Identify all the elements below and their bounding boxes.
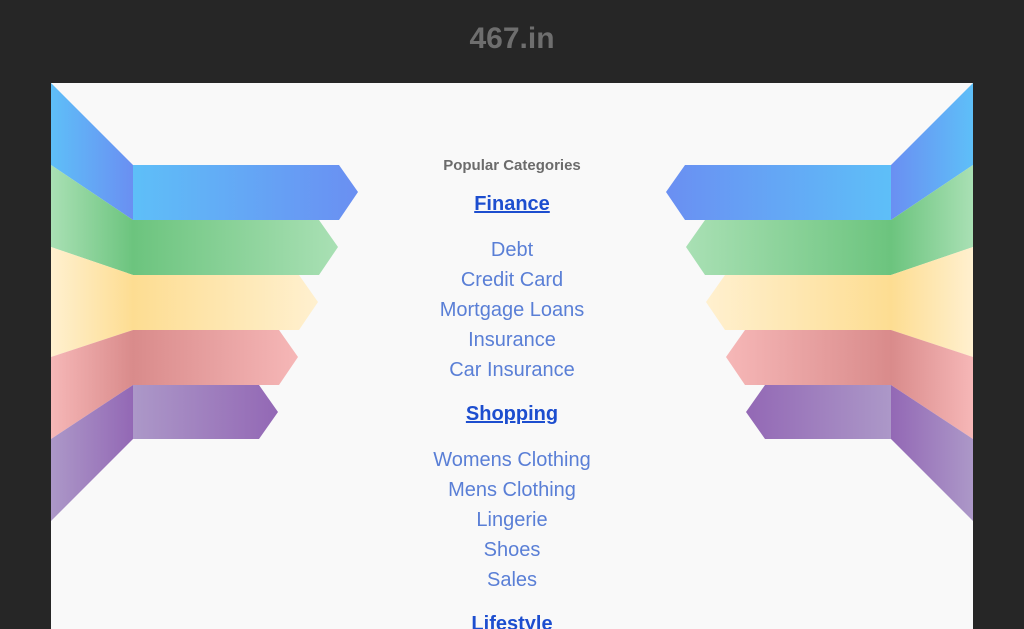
- popular-categories-label: Popular Categories: [443, 157, 581, 174]
- link-sales[interactable]: Sales: [487, 569, 537, 591]
- list-item: Mortgage Loans: [312, 298, 712, 324]
- link-mens-clothing[interactable]: Mens Clothing: [448, 479, 576, 501]
- parked-domain-panel: Popular Categories Finance Debt Credit C…: [51, 83, 973, 629]
- list-item: Car Insurance: [312, 358, 712, 384]
- site-title: 467.in: [469, 22, 555, 55]
- list-item: Credit Card: [312, 268, 712, 294]
- link-debt[interactable]: Debt: [491, 239, 533, 261]
- list-item: Womens Clothing: [312, 448, 712, 474]
- link-mortgage-loans[interactable]: Mortgage Loans: [440, 299, 585, 321]
- link-shoes[interactable]: Shoes: [484, 539, 541, 561]
- category-link-shopping[interactable]: Shopping: [466, 403, 558, 425]
- category-heading-finance: Finance: [312, 192, 712, 218]
- link-credit-card[interactable]: Credit Card: [461, 269, 563, 291]
- list-item: Lingerie: [312, 508, 712, 534]
- category-link-lifestyle[interactable]: Lifestyle: [471, 613, 552, 629]
- list-item: Insurance: [312, 328, 712, 354]
- list-item: Sales: [312, 568, 712, 594]
- link-car-insurance[interactable]: Car Insurance: [449, 359, 575, 381]
- link-lingerie[interactable]: Lingerie: [476, 509, 547, 531]
- link-insurance[interactable]: Insurance: [468, 329, 556, 351]
- category-heading-shopping: Shopping: [312, 402, 712, 428]
- category-link-finance[interactable]: Finance: [474, 193, 550, 215]
- list-item: Debt: [312, 238, 712, 264]
- category-heading-lifestyle: Lifestyle: [312, 612, 712, 629]
- link-womens-clothing[interactable]: Womens Clothing: [433, 449, 590, 471]
- list-item: Mens Clothing: [312, 478, 712, 504]
- list-item: Shoes: [312, 538, 712, 564]
